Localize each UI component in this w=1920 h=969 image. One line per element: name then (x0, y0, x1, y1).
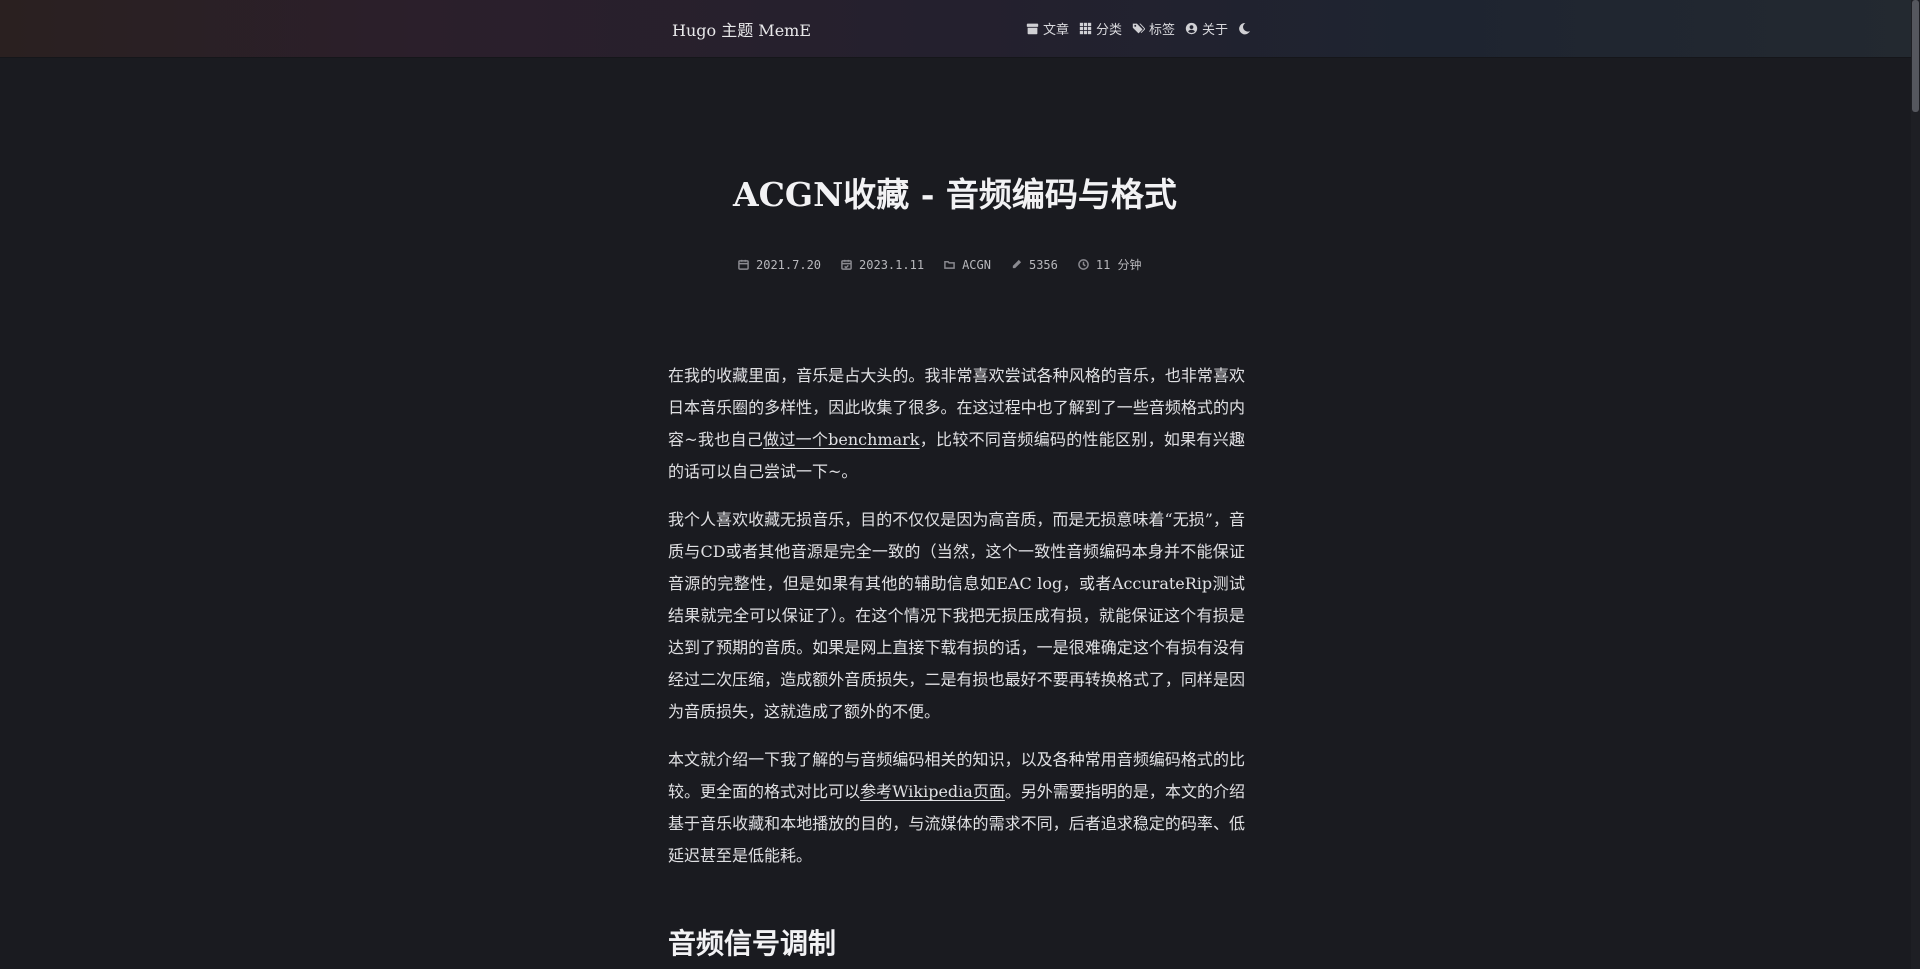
nav-item-tags[interactable]: 标签 (1132, 19, 1175, 38)
nav-item-label: 关于 (1202, 23, 1229, 38)
user-circle-icon (1185, 22, 1198, 35)
site-brand[interactable]: Hugo 主题 MemE (672, 17, 811, 41)
moon-icon (1239, 22, 1251, 35)
wikipedia-link[interactable]: 参考Wikipedia页面 (860, 782, 1005, 801)
paragraph: 我个人喜欢收藏无损音乐，目的不仅仅是因为高音质，而是无损意味着“无损”，音质与C… (668, 510, 1245, 721)
paragraph: 在我的收藏里面，音乐是占大头的。我非常喜欢尝试各种风格的音乐，也非常喜欢日本音乐… (668, 360, 1245, 488)
calendar-icon (738, 259, 749, 270)
scrollbar-thumb[interactable] (1912, 0, 1919, 112)
paragraph: 本文就介绍一下我了解的与音频编码相关的知识，以及各种常用音频编码格式的比较。更全… (668, 744, 1245, 872)
nav-item-posts[interactable]: 文章 (1026, 19, 1069, 38)
nav-item-label: 分类 (1096, 23, 1123, 38)
word-count: 5356 (1028, 257, 1058, 272)
nav-item-label: 标签 (1149, 23, 1176, 38)
theme-toggle-button[interactable] (1238, 22, 1251, 35)
pencil-icon (1012, 259, 1022, 269)
top-navbar: Hugo 主题 MemE 文章 分类 标签 关于 (0, 0, 1911, 58)
meta-updated: 2023.1.11 (841, 258, 924, 272)
updated-date: 2023.1.11 (859, 257, 925, 272)
post-title: ACGN收藏 - 音频编码与格式 (733, 175, 1177, 214)
nav-item-label: 文章 (1043, 23, 1070, 38)
reading-time: 11 分钟 (1095, 258, 1142, 272)
page-scrollbar[interactable] (1911, 0, 1920, 969)
post-meta: 2021.7.20 2023.1.11 ACGN 5356 11 分钟 (738, 256, 1142, 273)
calendar-check-icon (841, 259, 852, 270)
benchmark-link[interactable]: 做过一个benchmark (763, 430, 919, 449)
meta-category[interactable]: ACGN (944, 258, 991, 272)
category-link[interactable]: ACGN (962, 258, 991, 272)
nav-item-categories[interactable]: 分类 (1079, 19, 1122, 38)
folder-icon (944, 261, 955, 269)
meta-word-count: 5356 (1011, 258, 1058, 272)
clock-icon (1078, 259, 1089, 270)
meta-reading-time: 11 分钟 (1078, 256, 1142, 273)
tags-icon (1132, 23, 1146, 34)
archive-icon (1026, 23, 1039, 35)
grid-icon (1079, 22, 1092, 35)
section-heading: 音频信号调制 (668, 927, 837, 960)
meta-published: 2021.7.20 (738, 258, 821, 272)
post-content: 在我的收藏里面，音乐是占大头的。我非常喜欢尝试各种风格的音乐，也非常喜欢日本音乐… (668, 360, 1245, 888)
nav-item-about[interactable]: 关于 (1185, 19, 1228, 38)
main-nav: 文章 分类 标签 关于 (1026, 19, 1251, 38)
published-date: 2021.7.20 (756, 257, 822, 272)
